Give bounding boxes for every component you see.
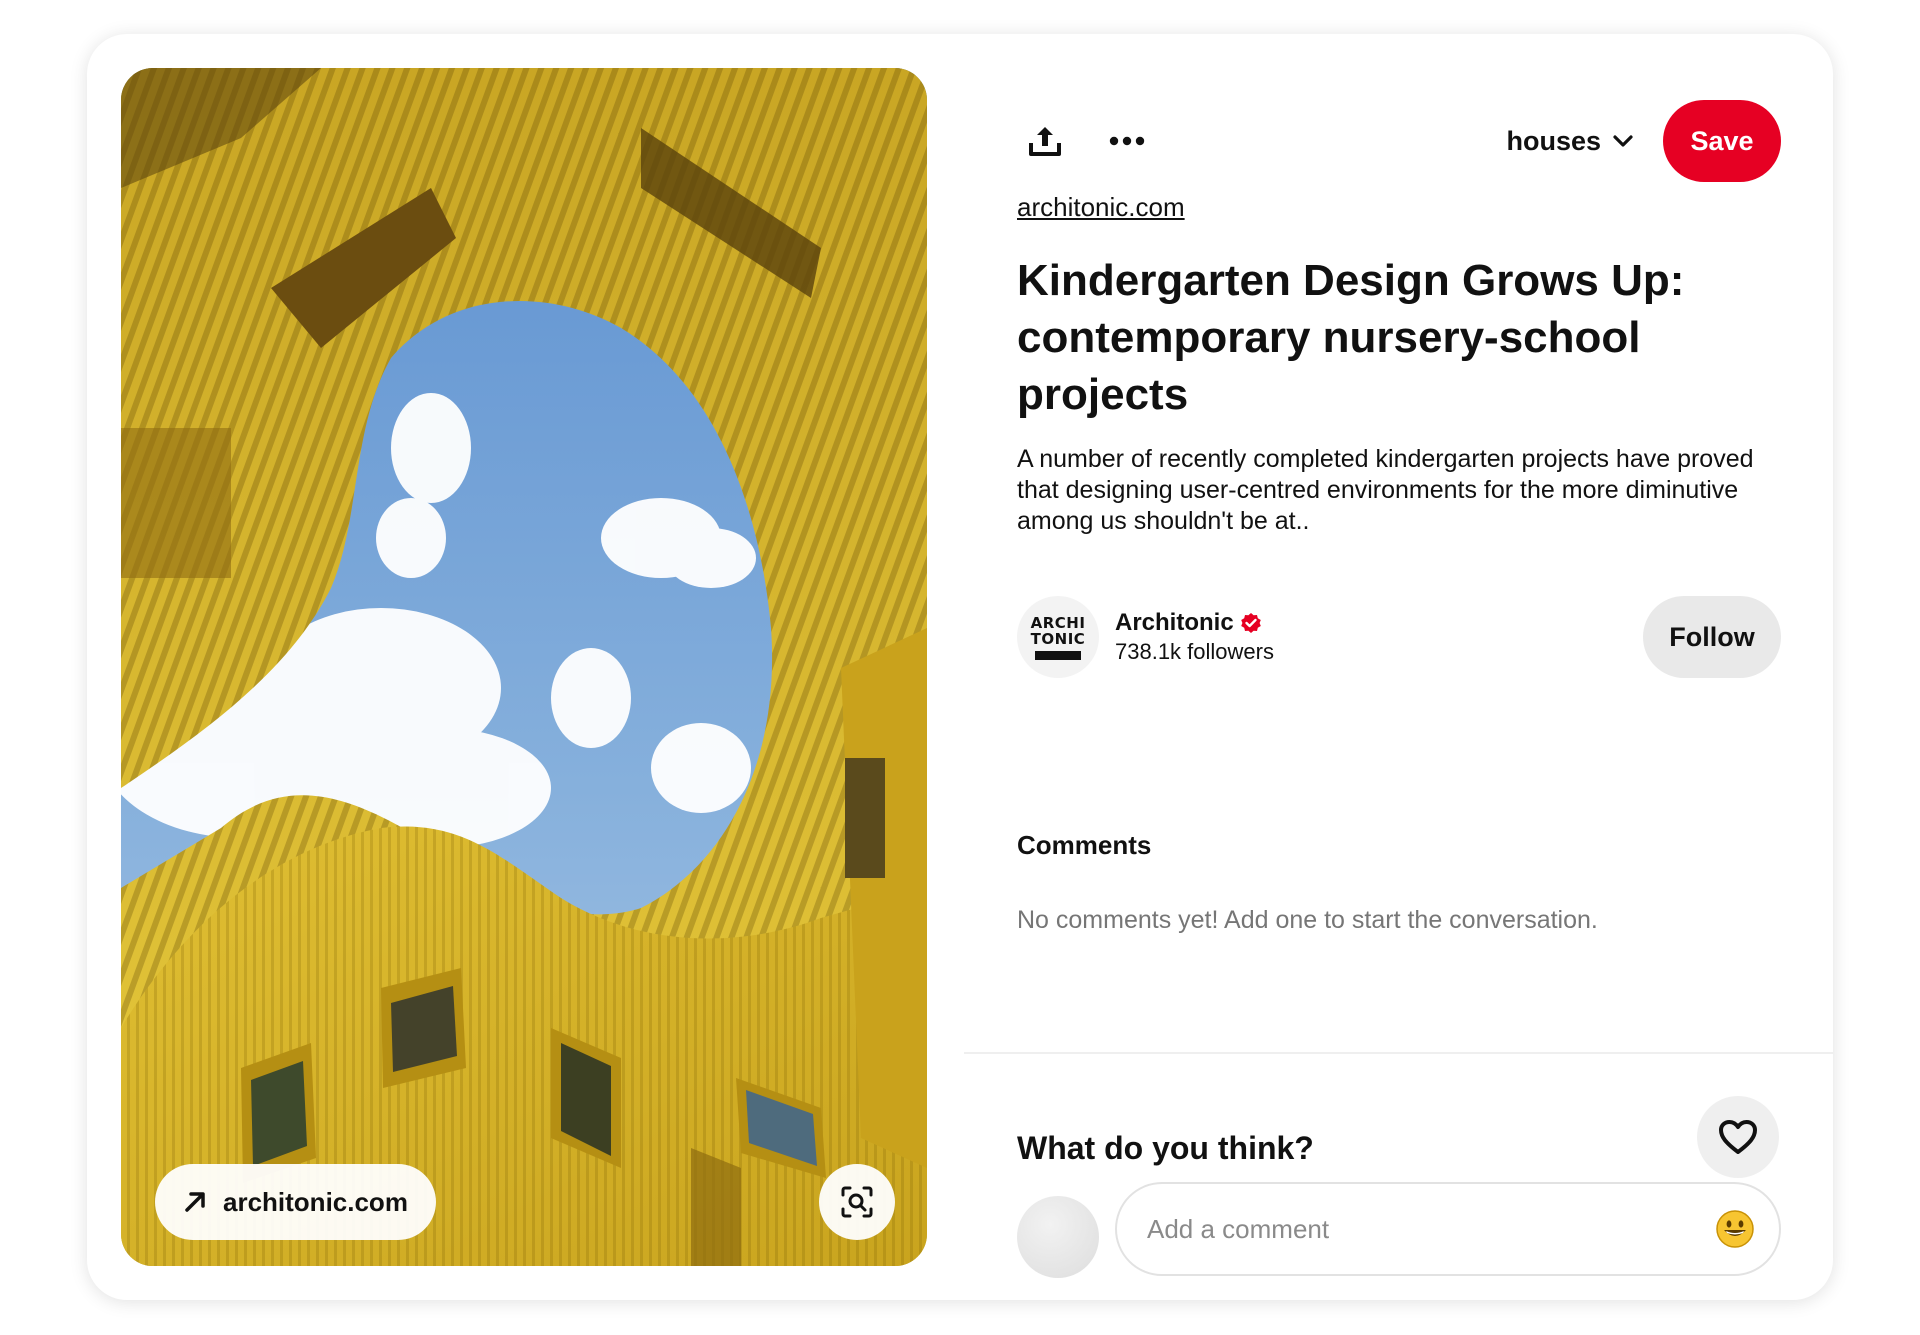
save-button[interactable]: Save (1663, 100, 1781, 182)
comment-input-box[interactable] (1115, 1182, 1781, 1276)
creator-row: ARCHI TONIC Architonic 738.1k followers … (1017, 596, 1781, 678)
board-select[interactable]: houses (1506, 126, 1633, 157)
react-heart-button[interactable] (1697, 1096, 1779, 1178)
more-options-button[interactable] (1099, 113, 1155, 169)
creator-name: Architonic (1115, 609, 1234, 636)
creator-name-link[interactable]: Architonic (1115, 609, 1274, 637)
chevron-down-icon (1613, 135, 1633, 147)
source-link-label: architonic.com (223, 1186, 408, 1217)
share-icon (1029, 127, 1061, 156)
comment-divider (964, 1052, 1833, 1054)
comments-heading: Comments (1017, 830, 1152, 860)
smiley-emoji-icon[interactable] (1715, 1209, 1755, 1249)
comment-prompt: What do you think? (1017, 1130, 1314, 1166)
no-comments-message: No comments yet! Add one to start the co… (1017, 906, 1598, 934)
creator-avatar[interactable]: ARCHI TONIC (1017, 596, 1099, 678)
creator-info: Architonic 738.1k followers (1115, 609, 1274, 665)
source-link-button[interactable]: architonic.com (155, 1164, 436, 1240)
pin-image[interactable]: architonic.com (121, 68, 927, 1266)
visual-search-button[interactable] (819, 1164, 895, 1240)
pin-description: A number of recently completed kindergar… (1017, 445, 1754, 535)
avatar-logo-line1: ARCHI (1030, 613, 1086, 632)
follower-count: 738.1k followers (1115, 639, 1274, 664)
visual-search-icon (841, 1186, 873, 1218)
pin-card: architonic.com houses Save architonic.co… (87, 34, 1833, 1300)
current-user-avatar[interactable] (1017, 1196, 1099, 1278)
pin-photo (121, 68, 927, 1266)
avatar-logo-bar (1035, 650, 1081, 660)
avatar-logo-line2: TONIC (1030, 629, 1086, 648)
board-name: houses (1506, 125, 1601, 156)
arrow-up-right-icon (185, 1192, 205, 1212)
source-domain-link[interactable]: architonic.com (1017, 192, 1185, 223)
pin-title: Kindergarten Design Grows Up: contempora… (1017, 256, 1685, 419)
more-icon (1109, 136, 1145, 146)
pin-toolbar: houses Save (1017, 100, 1781, 182)
comment-input[interactable] (1147, 1213, 1715, 1245)
heart-icon (1719, 1120, 1757, 1154)
follow-button[interactable]: Follow (1643, 596, 1781, 678)
verified-badge-icon (1240, 613, 1261, 633)
share-button[interactable] (1017, 113, 1073, 169)
pin-details-panel: houses Save architonic.com Kindergarten … (1017, 34, 1797, 1300)
